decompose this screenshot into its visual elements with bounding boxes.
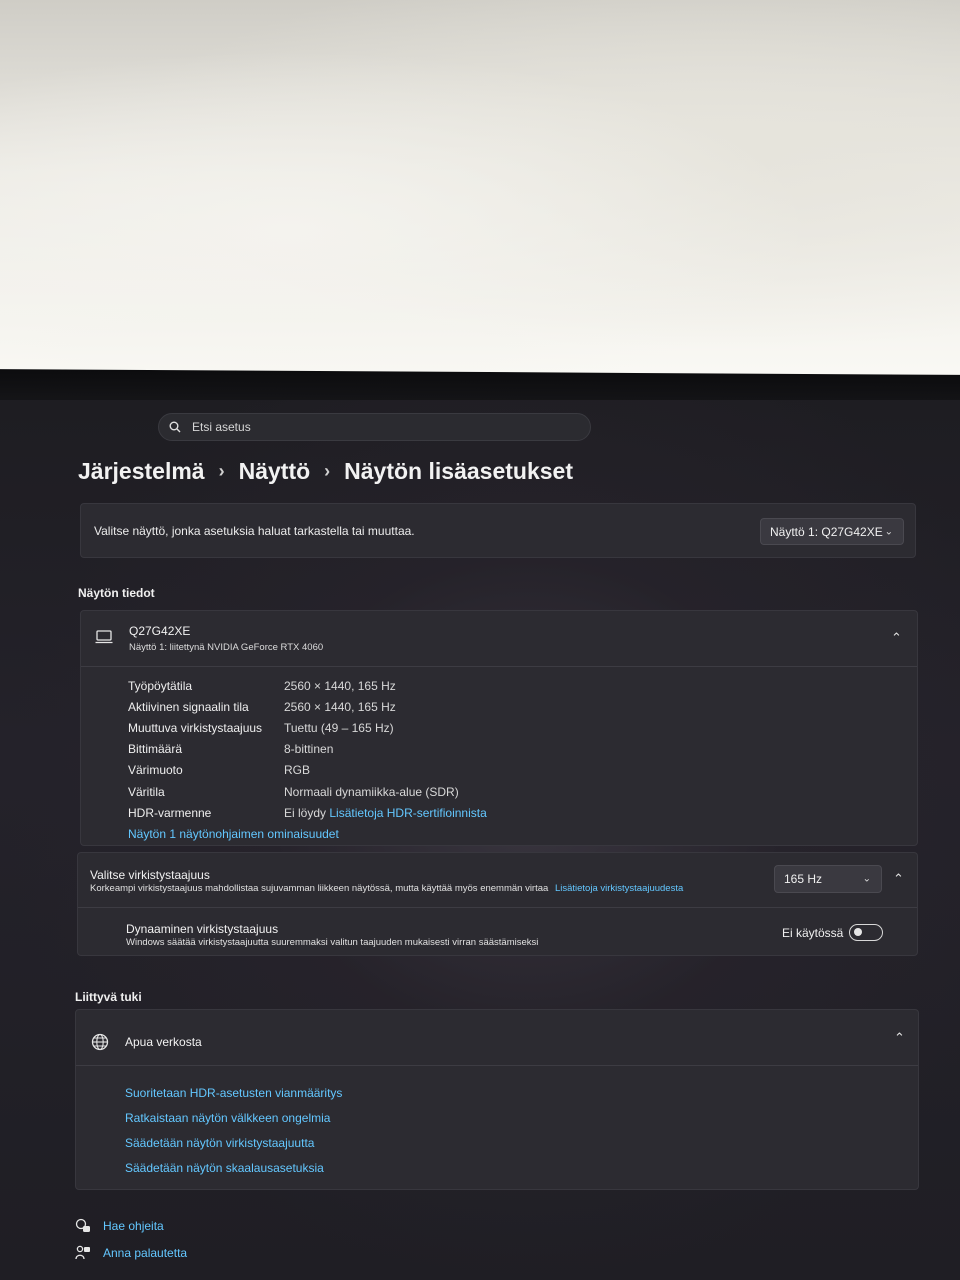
chevron-right-icon: › (218, 460, 225, 481)
info-label: HDR-varmenne (128, 805, 212, 820)
support-link-scaling[interactable]: Säädetään näytön skaalausasetuksia (125, 1161, 342, 1186)
chevron-down-icon: ⌄ (884, 526, 893, 537)
feedback-icon (75, 1245, 103, 1261)
online-help-title[interactable]: Apua verkosta (125, 1035, 202, 1049)
refresh-rate-description-line: Korkeampi virkistystaajuus mahdollistaa … (90, 883, 683, 894)
info-row: HDR-varmenne Ei löydy Lisätietoja HDR-se… (128, 802, 487, 823)
chevron-right-icon: › (324, 460, 331, 481)
select-display-card: Valitse näyttö, jonka asetuksia haluat t… (80, 503, 916, 558)
info-label: Värimuoto (128, 763, 183, 778)
info-row: Työpöytätila 2560 × 1440, 165 Hz (128, 675, 487, 696)
monitor-connection: Näyttö 1: liitettynä NVIDIA GeForce RTX … (129, 642, 324, 653)
info-row: Aktiivinen signaalin tila 2560 × 1440, 1… (128, 696, 487, 717)
divider (78, 907, 917, 908)
refresh-rate-title: Valitse virkistystaajuus (90, 868, 210, 882)
info-label: Aktiivinen signaalin tila (128, 699, 249, 714)
chevron-up-icon[interactable]: ⌃ (893, 871, 904, 887)
globe-icon (91, 1033, 109, 1051)
support-links: Suoritetaan HDR-asetusten vianmääritys R… (125, 1086, 342, 1186)
monitor-icon (95, 630, 113, 644)
chevron-up-icon[interactable]: ⌃ (891, 630, 902, 646)
info-label: Työpöytätila (128, 678, 193, 693)
info-row: Bittimäärä 8-bittinen (128, 739, 487, 760)
chevron-up-icon[interactable]: ⌃ (894, 1030, 905, 1046)
display-info-header[interactable]: Q27G42XE Näyttö 1: liitettynä NVIDIA GeF… (81, 611, 917, 667)
info-value: 2560 × 1440, 165 Hz (284, 678, 396, 693)
info-row: Muuttuva virkistystaajuus Tuettu (49 – 1… (128, 717, 487, 738)
info-label: Bittimäärä (128, 742, 183, 757)
info-value: Ei löydy Lisätietoja HDR-sertifioinnista (284, 806, 487, 820)
refresh-rate-learn-more-link[interactable]: Lisätietoja virkistystaajuudesta (555, 883, 683, 894)
get-help-link[interactable]: Hae ohjeita (75, 1218, 164, 1234)
dynamic-refresh-description: Windows säätää virkistystaajuutta suurem… (126, 937, 539, 948)
display-info-card: Q27G42XE Näyttö 1: liitettynä NVIDIA GeF… (80, 610, 918, 846)
info-value: RGB (284, 763, 311, 778)
breadcrumb-system[interactable]: Järjestelmä (78, 458, 205, 485)
photo-background (0, 0, 960, 385)
dynamic-refresh-toggle[interactable] (849, 924, 883, 941)
info-value: Normaali dynamiikka-alue (SDR) (284, 784, 459, 799)
display-dropdown[interactable]: Näyttö 1: Q27G42XE ⌄ (760, 518, 904, 545)
breadcrumb: Järjestelmä › Näyttö › Näytön lisäasetuk… (78, 454, 573, 488)
hdr-status: Ei löydy (284, 805, 327, 820)
chevron-down-icon: ⌄ (862, 873, 871, 885)
info-value: 2560 × 1440, 165 Hz (284, 699, 396, 714)
support-link-refresh-rate[interactable]: Säädetään näytön virkistystaajuutta (125, 1136, 342, 1161)
refresh-rate-value: 165 Hz (784, 872, 823, 886)
info-value: Tuettu (49 – 165 Hz) (284, 720, 394, 735)
related-support-heading: Liittyvä tuki (75, 990, 142, 1004)
info-row: Värimuoto RGB (128, 760, 487, 781)
refresh-rate-description: Korkeampi virkistystaajuus mahdollistaa … (90, 883, 549, 894)
get-help-label: Hae ohjeita (103, 1219, 164, 1233)
send-feedback-link[interactable]: Anna palautetta (75, 1245, 187, 1261)
breadcrumb-display[interactable]: Näyttö (239, 458, 311, 485)
display-info-heading: Näytön tiedot (78, 586, 155, 600)
display-info-rows: Työpöytätila 2560 × 1440, 165 Hz Aktiivi… (128, 675, 487, 845)
search-input[interactable]: Etsi asetus (158, 413, 591, 441)
dynamic-refresh-state: Ei käytössä (782, 926, 844, 940)
select-display-prompt: Valitse näyttö, jonka asetuksia haluat t… (94, 524, 415, 538)
info-label: Väritila (128, 784, 165, 799)
send-feedback-label: Anna palautetta (103, 1246, 188, 1260)
divider (76, 1065, 918, 1066)
help-chat-icon (75, 1218, 103, 1234)
info-value: 8-bittinen (284, 742, 334, 757)
support-link-flicker[interactable]: Ratkaistaan näytön välkkeen ongelmia (125, 1111, 342, 1136)
dynamic-refresh-title: Dynaaminen virkistystaajuus (126, 922, 279, 936)
adapter-properties-link[interactable]: Näytön 1 näytönohjaimen ominaisuudet (128, 827, 339, 841)
info-label: Muuttuva virkistystaajuus (128, 720, 263, 735)
hdr-learn-more-link[interactable]: Lisätietoja HDR-sertifioinnista (329, 806, 486, 820)
refresh-rate-card: Valitse virkistystaajuus Korkeampi virki… (77, 852, 918, 956)
search-placeholder: Etsi asetus (192, 420, 251, 434)
info-row: Väritila Normaali dynamiikka-alue (SDR) (128, 781, 487, 802)
page-title: Näytön lisäasetukset (344, 457, 573, 484)
search-icon (169, 421, 181, 433)
info-row: Näytön 1 näytönohjaimen ominaisuudet (128, 823, 487, 844)
online-help-card: Apua verkosta ⌃ Suoritetaan HDR-asetuste… (75, 1009, 919, 1190)
display-dropdown-value: Näyttö 1: Q27G42XE (770, 524, 883, 539)
monitor-name: Q27G42XE (129, 624, 191, 638)
support-link-hdr[interactable]: Suoritetaan HDR-asetusten vianmääritys (125, 1086, 342, 1111)
refresh-rate-dropdown[interactable]: 165 Hz ⌄ (774, 865, 882, 893)
